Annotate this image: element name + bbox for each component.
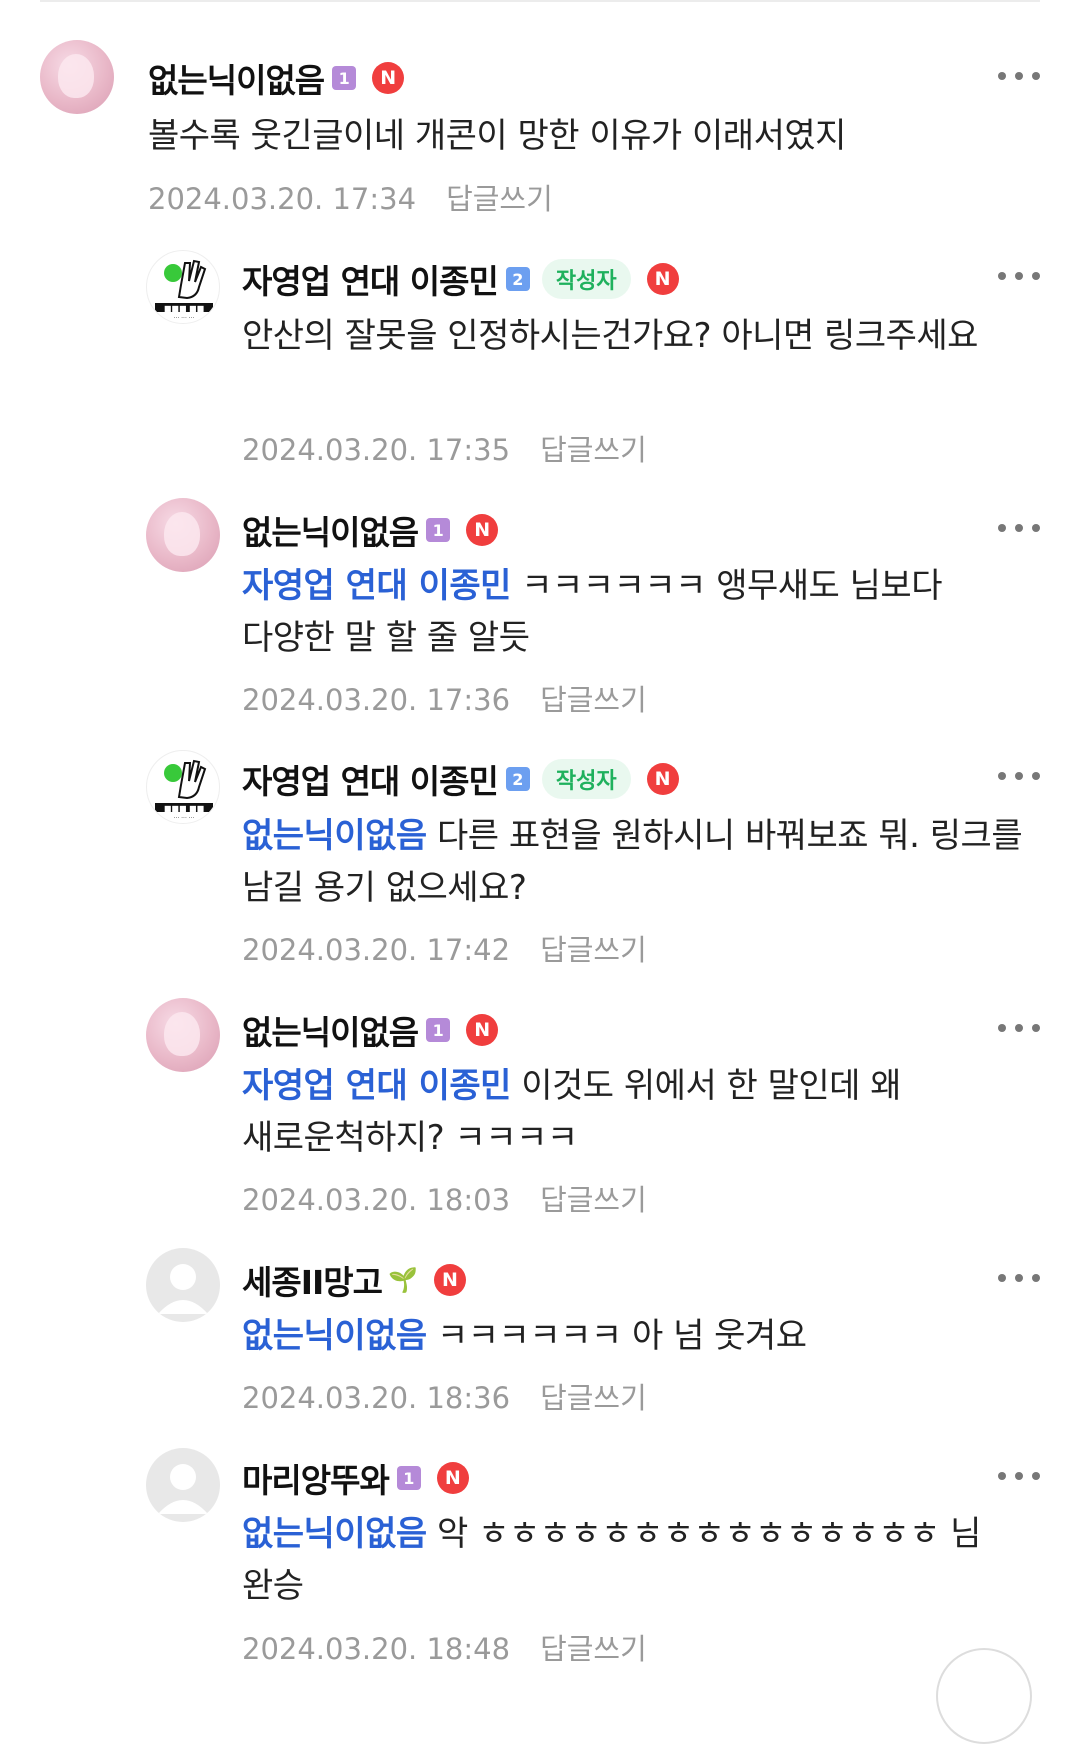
green-hand-logo-icon: ■■■ ■■ ··· ··· ··· (155, 259, 213, 322)
avatar[interactable] (40, 40, 114, 114)
comment-text: 자영업 연대 이종민 ㅋㅋㅋㅋㅋㅋ 앵무새도 님보다 다양한 말 할 줄 알듯 (242, 566, 943, 658)
avatar[interactable] (146, 1448, 220, 1522)
new-badge-icon: N (646, 763, 679, 795)
comment-text: 자영업 연대 이종민 이것도 위에서 한 말인데 왜 새로운척하지? ㅋㅋㅋㅋ (242, 1066, 902, 1158)
new-badge-icon: N (466, 1014, 499, 1046)
level-badge: 1 (396, 1466, 421, 1490)
level-badge: 1 (426, 518, 451, 542)
svg-text:■■■ ■■: ■■■ ■■ (164, 304, 204, 313)
new-badge-icon: N (646, 263, 679, 295)
default-profile-icon (158, 1464, 208, 1514)
author-badge: 작성자 (541, 259, 631, 299)
comment-date: 2024.03.20. 17:35 (242, 433, 511, 467)
more-options-icon[interactable] (998, 270, 1040, 282)
reply-button[interactable]: 답글쓰기 (446, 182, 553, 216)
author-badge: 작성자 (541, 759, 631, 799)
nickname[interactable]: 자영업 연대 이종민 (242, 255, 499, 303)
svg-text:··· ··· ···: ··· ··· ··· (174, 815, 195, 822)
new-badge-icon: N (433, 1264, 466, 1296)
level-badge: 1 (426, 1018, 451, 1042)
sprout-icon: 🌱 (388, 1266, 418, 1294)
top-divider (40, 0, 1040, 2)
comment-text: 볼수록 웃긴글이네 개콘이 망한 이유가 이래서였지 (148, 116, 846, 156)
level-badge: 1 (332, 66, 357, 90)
comment-date: 2024.03.20. 18:48 (242, 1632, 511, 1666)
reply-button[interactable]: 답글쓰기 (540, 933, 647, 967)
more-options-icon[interactable] (998, 770, 1040, 782)
reply-button[interactable]: 답글쓰기 (540, 1632, 647, 1666)
level-badge: 2 (505, 767, 530, 791)
mention-link[interactable]: 없는닉이없음 (242, 816, 427, 856)
mention-link[interactable]: 자영업 연대 이종민 (242, 1066, 511, 1106)
comment-text: 안산의 잘못을 인정하시는건가요? 아니면 링크주세요 (242, 316, 978, 356)
new-badge-icon: N (466, 514, 499, 546)
mention-link[interactable]: 자영업 연대 이종민 (242, 566, 511, 606)
avatar[interactable] (146, 998, 220, 1072)
nickname[interactable]: 없는닉이없음 (242, 506, 419, 554)
nickname[interactable]: 없는닉이없음 (242, 1006, 419, 1054)
default-profile-icon (158, 1264, 208, 1314)
avatar[interactable]: ■■■ ■■ ··· ··· ··· (146, 750, 220, 824)
svg-text:■■■ ■■: ■■■ ■■ (164, 804, 204, 813)
reply-button[interactable]: 답글쓰기 (540, 1183, 647, 1217)
comment-date: 2024.03.20. 18:36 (242, 1381, 511, 1415)
comment-text: 없는닉이없음 ㅋㅋㅋㅋㅋㅋ 아 넘 웃겨요 (242, 1316, 807, 1356)
reply-button[interactable]: 답글쓰기 (540, 1381, 647, 1415)
more-options-icon[interactable] (998, 70, 1040, 82)
level-badge: 2 (505, 267, 530, 291)
avatar[interactable] (146, 1248, 220, 1322)
svg-text:··· ··· ···: ··· ··· ··· (174, 315, 195, 322)
green-hand-logo-icon: ■■■ ■■ ··· ··· ··· (155, 759, 213, 822)
reply-button[interactable]: 답글쓰기 (540, 433, 647, 467)
more-options-icon[interactable] (998, 1470, 1040, 1482)
mention-link[interactable]: 없는닉이없음 (242, 1316, 427, 1356)
comment-text: 없는닉이없음 다른 표현을 원하시니 바꿔보죠 뭐. 링크를 남길 용기 없으세… (242, 816, 1023, 908)
new-badge-icon: N (436, 1462, 469, 1494)
comment-date: 2024.03.20. 17:34 (148, 182, 417, 216)
nickname[interactable]: 세종II망고 (242, 1256, 383, 1304)
more-options-icon[interactable] (998, 1272, 1040, 1284)
nickname[interactable]: 마리앙뚜와 (242, 1454, 390, 1502)
comment-date: 2024.03.20. 17:42 (242, 933, 511, 967)
avatar[interactable] (146, 498, 220, 572)
nickname[interactable]: 없는닉이없음 (148, 54, 325, 102)
comment-text: 없는닉이없음 악 ㅎㅎㅎㅎㅎㅎㅎㅎㅎㅎㅎㅎㅎㅎㅎ 님 완승 (242, 1514, 981, 1606)
more-options-icon[interactable] (998, 1022, 1040, 1034)
mention-link[interactable]: 없는닉이없음 (242, 1514, 427, 1554)
comment-date: 2024.03.20. 17:36 (242, 683, 511, 717)
scroll-top-button[interactable] (936, 1648, 1032, 1744)
comment-date: 2024.03.20. 18:03 (242, 1183, 511, 1217)
avatar[interactable]: ■■■ ■■ ··· ··· ··· (146, 250, 220, 324)
nickname[interactable]: 자영업 연대 이종민 (242, 755, 499, 803)
new-badge-icon: N (372, 62, 405, 94)
reply-button[interactable]: 답글쓰기 (540, 683, 647, 717)
more-options-icon[interactable] (998, 522, 1040, 534)
